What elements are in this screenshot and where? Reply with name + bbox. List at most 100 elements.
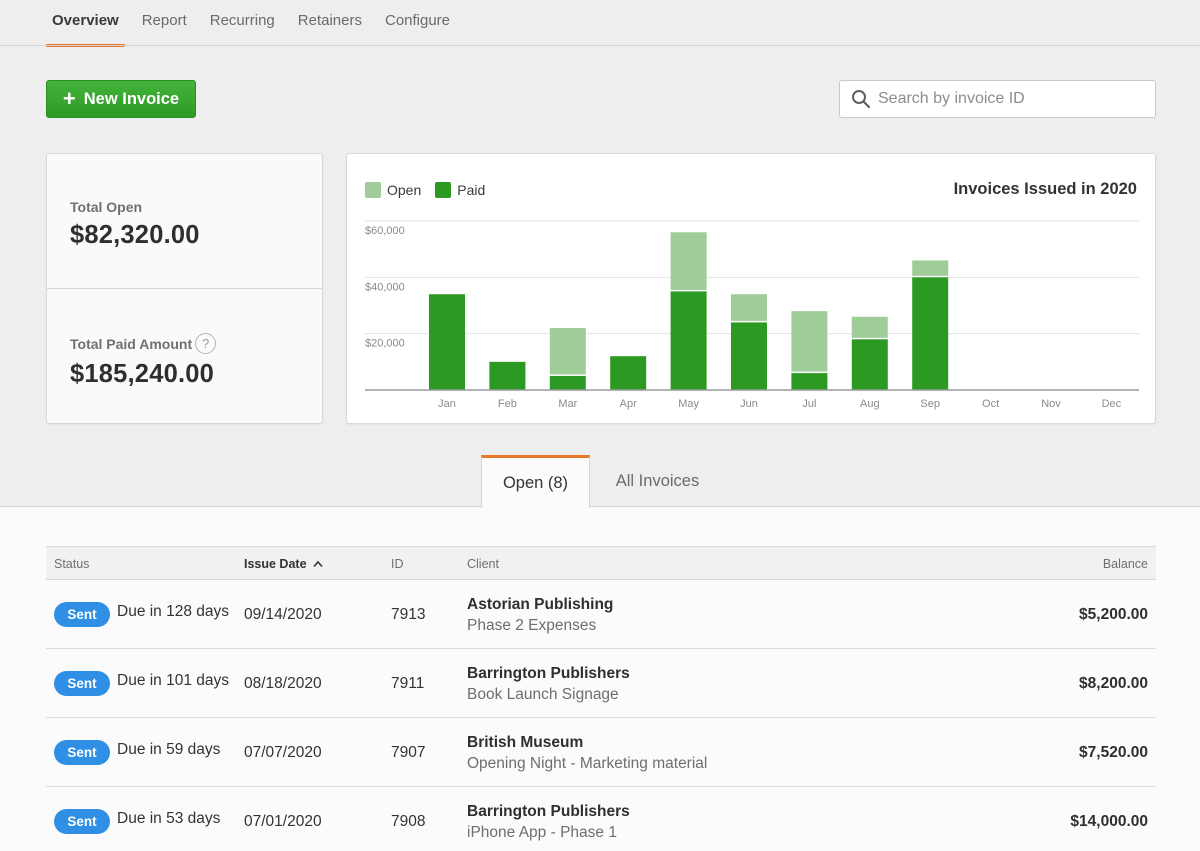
nav-tab-overview[interactable]: Overview bbox=[46, 0, 125, 47]
top-nav: Overview Report Recurring Retainers Conf… bbox=[46, 0, 467, 47]
total-open-section: Total Open $82,320.00 bbox=[47, 154, 322, 289]
status-badge: Sent bbox=[54, 602, 110, 627]
table-header: Status Issue Date ID Client Balance bbox=[46, 546, 1156, 580]
invoice-id: 7908 bbox=[391, 813, 426, 830]
overview-header-area: Overview Report Recurring Retainers Conf… bbox=[0, 0, 1200, 507]
table-row[interactable]: Sent Due in 128 days 09/14/2020 7913 Ast… bbox=[46, 580, 1156, 649]
table-row[interactable]: Sent Due in 101 days 08/18/2020 7911 Bar… bbox=[46, 649, 1156, 718]
search-icon bbox=[852, 90, 871, 109]
total-paid-label: Total Paid Amount bbox=[70, 335, 193, 352]
x-tick-label: Nov bbox=[1041, 398, 1061, 410]
invoice-tabs: Open (8) All Invoices bbox=[481, 455, 725, 508]
plus-icon: + bbox=[62, 86, 76, 111]
nav-tab-retainers[interactable]: Retainers bbox=[292, 0, 368, 46]
due-text: Due in 101 days bbox=[117, 672, 230, 689]
search-box[interactable] bbox=[839, 80, 1156, 118]
invoice-id: 7911 bbox=[391, 675, 425, 692]
help-icon[interactable]: ? bbox=[195, 333, 217, 354]
invoice-description: Book Launch Signage bbox=[467, 686, 619, 703]
status-badge: Sent bbox=[54, 671, 110, 696]
column-header-issue-date[interactable]: Issue Date bbox=[244, 557, 323, 571]
bar-open-jul bbox=[791, 311, 828, 372]
nav-tab-configure[interactable]: Configure bbox=[379, 0, 456, 46]
table-row[interactable]: Sent Due in 53 days 07/01/2020 7908 Barr… bbox=[46, 787, 1156, 851]
y-tick-label: $60,000 bbox=[365, 225, 405, 237]
invoice-description: Opening Night - Marketing material bbox=[467, 755, 708, 772]
bar-paid-sep bbox=[912, 277, 949, 390]
balance: $5,200.00 bbox=[1079, 606, 1148, 623]
total-open-value: $82,320.00 bbox=[70, 221, 200, 249]
invoice-description: iPhone App - Phase 1 bbox=[467, 824, 617, 841]
client-name: Barrington Publishers bbox=[467, 803, 630, 820]
invoices-bar-chart: $20,000 $40,000 $60,000 Jan Feb Mar Apr May Jun J… bbox=[365, 220, 1139, 410]
column-header-balance[interactable]: Balance bbox=[1103, 557, 1148, 571]
bar-paid-may bbox=[670, 291, 707, 390]
invoices-table: Status Issue Date ID Client Balance Sent… bbox=[46, 546, 1156, 851]
invoice-description: Phase 2 Expenses bbox=[467, 617, 597, 634]
column-header-client[interactable]: Client bbox=[467, 557, 499, 571]
tab-all-invoices[interactable]: All Invoices bbox=[590, 455, 725, 507]
nav-tab-report[interactable]: Report bbox=[136, 0, 193, 46]
bar-open-aug bbox=[851, 316, 888, 338]
bar-open-mar bbox=[549, 328, 586, 375]
bar-open-may bbox=[670, 232, 707, 290]
x-tick-label: Apr bbox=[620, 398, 637, 410]
bar-open-sep bbox=[912, 260, 949, 276]
client-name: Astorian Publishing bbox=[467, 596, 614, 613]
nav-tab-recurring[interactable]: Recurring bbox=[204, 0, 281, 46]
bar-paid-jun bbox=[731, 322, 767, 390]
tab-open[interactable]: Open (8) bbox=[481, 455, 590, 508]
invoice-id: 7907 bbox=[391, 744, 426, 761]
bar-paid-feb bbox=[489, 361, 526, 390]
new-invoice-button[interactable]: + New Invoice bbox=[46, 80, 196, 118]
bar-paid-mar bbox=[549, 375, 586, 390]
totals-card: Total Open $82,320.00 Total Paid Amount … bbox=[46, 153, 323, 424]
x-tick-label: Jul bbox=[802, 398, 816, 410]
x-tick-label: Feb bbox=[498, 398, 517, 410]
due-text: Due in 128 days bbox=[117, 603, 230, 620]
balance: $8,200.00 bbox=[1079, 675, 1148, 692]
x-tick-label: Oct bbox=[982, 398, 999, 410]
status-badge: Sent bbox=[54, 740, 110, 765]
status-badge: Sent bbox=[54, 809, 110, 834]
total-paid-value: $185,240.00 bbox=[70, 360, 215, 388]
x-tick-label: Sep bbox=[920, 398, 940, 410]
x-tick-label: Aug bbox=[860, 398, 880, 410]
x-tick-label: May bbox=[678, 398, 699, 410]
total-paid-section: Total Paid Amount ? $185,240.00 bbox=[47, 290, 322, 425]
bar-paid-aug bbox=[851, 339, 888, 390]
y-tick-label: $20,000 bbox=[365, 338, 405, 350]
client-cell: Astorian Publishing Phase 2 Expenses bbox=[467, 596, 613, 635]
balance: $7,520.00 bbox=[1079, 744, 1148, 761]
client-cell: Barrington Publishers Book Launch Signag… bbox=[467, 665, 630, 704]
table-row[interactable]: Sent Due in 59 days 07/07/2020 7907 Brit… bbox=[46, 718, 1156, 787]
bar-open-jun bbox=[731, 294, 767, 321]
balance: $14,000.00 bbox=[1070, 813, 1148, 830]
x-tick-label: Dec bbox=[1102, 398, 1122, 410]
due-text: Due in 53 days bbox=[117, 810, 221, 827]
issue-date: 07/07/2020 bbox=[244, 744, 322, 761]
client-cell: British Museum Opening Night - Marketing… bbox=[467, 734, 707, 773]
x-tick-label: Jun bbox=[740, 398, 758, 410]
column-header-issue-date-label: Issue Date bbox=[244, 557, 307, 571]
nav-divider bbox=[0, 45, 1200, 46]
x-tick-label: Mar bbox=[558, 398, 577, 410]
invoice-id: 7913 bbox=[391, 606, 426, 623]
client-name: Barrington Publishers bbox=[467, 665, 630, 682]
y-tick-label: $40,000 bbox=[365, 281, 405, 293]
issue-date: 09/14/2020 bbox=[244, 606, 322, 623]
due-text: Due in 59 days bbox=[117, 741, 221, 758]
total-paid-label-row: Total Paid Amount ? bbox=[70, 333, 322, 354]
chevron-up-icon bbox=[313, 560, 323, 568]
search-input[interactable] bbox=[878, 90, 1138, 108]
issue-date: 08/18/2020 bbox=[244, 675, 322, 692]
column-header-id[interactable]: ID bbox=[391, 557, 404, 571]
invoices-chart-card: Open Paid Invoices Issued in 2020 $20,00… bbox=[346, 153, 1156, 424]
bar-paid-apr bbox=[610, 356, 647, 390]
client-name: British Museum bbox=[467, 734, 584, 751]
column-header-status[interactable]: Status bbox=[54, 557, 89, 571]
x-tick-label: Jan bbox=[438, 398, 456, 410]
client-cell: Barrington Publishers iPhone App - Phase… bbox=[467, 803, 630, 842]
bar-paid-jul bbox=[791, 373, 828, 390]
new-invoice-label: New Invoice bbox=[83, 89, 180, 108]
